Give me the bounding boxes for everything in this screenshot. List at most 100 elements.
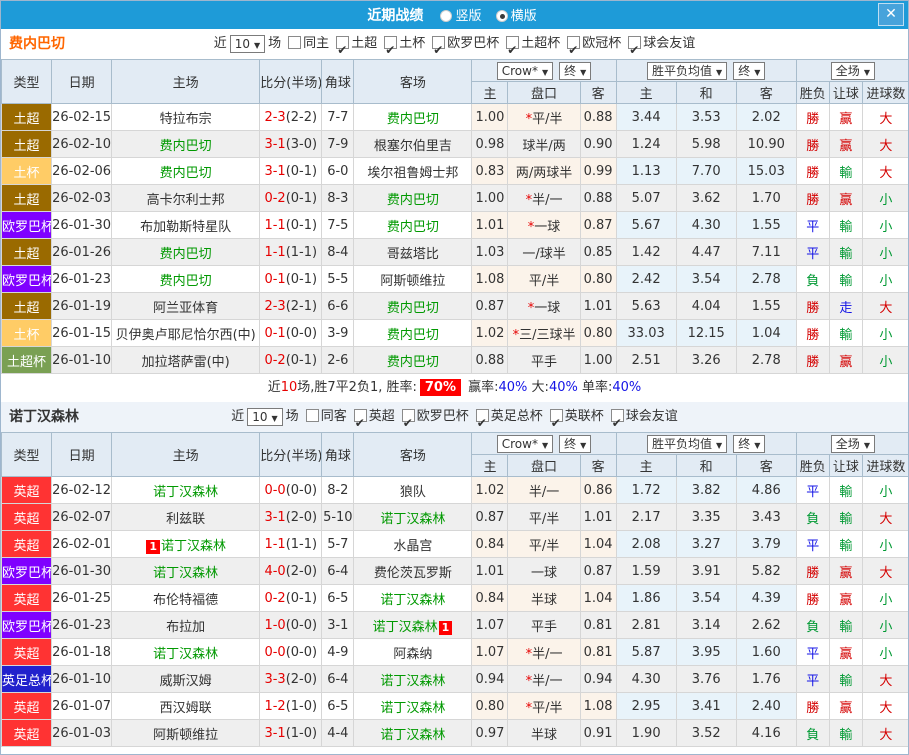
odds-away: 0.81: [579, 638, 617, 666]
league-checkbox[interactable]: [628, 35, 642, 65]
odds-away: 0.87: [579, 557, 617, 585]
avg-select[interactable]: 胜平负均值 ▼: [647, 434, 728, 453]
summary-part: 单率:: [577, 380, 613, 395]
layout-radio-horizontal[interactable]: 横版: [495, 9, 537, 24]
result-wdl: 勝: [795, 292, 830, 320]
avg-home: 1.90: [615, 719, 677, 747]
fulltime-select[interactable]: 全场 ▼: [830, 434, 875, 453]
avg-home: 2.17: [615, 503, 677, 531]
final-select[interactable]: 终 ▼: [559, 434, 592, 453]
avg-draw: 12.15: [675, 319, 737, 347]
final-select[interactable]: 终 ▼: [733, 61, 766, 80]
match-type: 英超: [1, 503, 53, 531]
team-cell-name: 埃尔祖鲁姆士邦: [367, 165, 459, 181]
away-team: 诺丁汉森林: [353, 584, 473, 612]
match-count-select[interactable]: 10 ▼: [229, 34, 266, 53]
result-wdl: 平: [795, 476, 830, 504]
league-checkbox[interactable]: [506, 35, 520, 65]
avg-away: 7.11: [735, 238, 797, 266]
avg-draw: 3.26: [675, 346, 737, 374]
team-cell-name: 哥兹塔比: [386, 246, 439, 262]
match-count-select[interactable]: 10 ▼: [247, 407, 283, 426]
match-date: 26-02-06: [51, 157, 113, 185]
match-date: 26-01-25: [51, 584, 113, 612]
same-venue-label: 同客: [320, 409, 347, 424]
fulltime-select[interactable]: 全场 ▼: [830, 61, 875, 80]
avg-home: 3.44: [615, 103, 677, 131]
result-let-ball: 赢: [828, 103, 863, 131]
bookmaker-select[interactable]: Crow* ▼: [496, 61, 554, 80]
handicap: *半/一: [507, 638, 581, 666]
league-checkbox[interactable]: [475, 408, 489, 438]
fulltime-score: 2-3: [264, 109, 286, 125]
near-label: 近: [213, 36, 227, 51]
home-team: 高卡尔利士邦: [111, 184, 261, 212]
close-icon[interactable]: ✕: [878, 3, 904, 26]
col-odds-away: 客: [579, 81, 617, 104]
fulltime-score: 0-1: [264, 325, 286, 341]
radio-selected-icon[interactable]: [495, 10, 508, 22]
avg-away: 4.16: [735, 719, 797, 747]
league-checkbox[interactable]: [549, 408, 563, 438]
corner-count: 7-5: [321, 211, 355, 239]
halftime-score: (2-1): [285, 298, 318, 314]
match-type: 土超: [1, 238, 53, 266]
league-label: 球会友谊: [643, 36, 696, 51]
halftime-score: (0-1): [285, 352, 318, 368]
section-head: 诺丁汉森林 近10▼场同客英超欧罗巴杯英足总杯英联杯球会友谊: [1, 402, 908, 438]
league-checkbox[interactable]: [401, 408, 415, 438]
league-checkbox[interactable]: [384, 35, 398, 65]
home-team: 贝伊奥卢耶尼恰尔西(中): [111, 319, 261, 347]
bookmaker-select[interactable]: Crow* ▼: [496, 434, 554, 453]
final-select[interactable]: 终 ▼: [733, 434, 766, 453]
team-cell-name: 费内巴切: [159, 246, 212, 262]
away-team: 费内巴切: [353, 184, 473, 212]
home-team: 布伦特福德: [111, 584, 261, 612]
col-odds-home: 主: [471, 454, 509, 477]
col-type: 类型: [1, 432, 53, 477]
result-wdl: 負: [795, 265, 830, 293]
odds-home: 0.97: [471, 719, 509, 747]
summary-part: 场,胜7平2负1, 胜率:: [297, 380, 417, 395]
avg-select[interactable]: 胜平负均值 ▼: [647, 61, 728, 80]
chevron-down-icon: ▼: [271, 413, 278, 423]
league-checkbox[interactable]: [432, 35, 446, 65]
score: 1-0(0-0): [259, 611, 323, 639]
corner-count: 6-5: [321, 584, 355, 612]
handicap: 平/半: [507, 530, 581, 558]
result-goals: 大: [861, 719, 908, 747]
result-goals: 小: [861, 530, 908, 558]
score: 0-2(0-1): [259, 346, 323, 374]
league-checkbox[interactable]: [610, 408, 624, 438]
odds-home: 0.98: [471, 130, 509, 158]
league-checkbox[interactable]: [353, 408, 367, 438]
avg-home: 1.72: [615, 476, 677, 504]
handicap-value: 平/半: [528, 273, 560, 289]
same-venue-checkbox[interactable]: [305, 409, 319, 422]
odds-home: 1.02: [471, 476, 509, 504]
away-team: 水晶宫: [353, 530, 473, 558]
team-cell-name: 根塞尔伯里吉: [373, 138, 452, 154]
same-venue-label: 同主: [303, 36, 330, 51]
away-team: 费内巴切: [353, 211, 473, 239]
team-cell-name: 费内巴切: [386, 111, 439, 127]
same-venue-checkbox[interactable]: [288, 36, 302, 49]
away-team: 费内巴切: [353, 319, 473, 347]
layout-radio-vertical[interactable]: 竖版: [440, 9, 482, 24]
fulltime-score: 1-0: [264, 617, 286, 633]
league-checkbox[interactable]: [567, 35, 581, 65]
avg-home: 5.67: [615, 211, 677, 239]
league-checkbox[interactable]: [336, 35, 350, 65]
handicap: 一球: [507, 557, 581, 585]
team-cell-name: 费内巴切: [386, 300, 439, 316]
radio-unselected-icon[interactable]: [440, 10, 453, 22]
avg-draw: 5.98: [675, 130, 737, 158]
away-team: 诺丁汉森林: [353, 503, 473, 531]
halftime-score: (0-1): [285, 163, 318, 179]
odds-away: 0.80: [579, 319, 617, 347]
odds-away: 0.88: [579, 184, 617, 212]
match-date: 26-01-10: [51, 665, 113, 693]
col-date: 日期: [51, 59, 113, 104]
team-cell-name: 诺丁汉森林: [153, 484, 219, 500]
away-team: 诺丁汉森林: [353, 665, 473, 693]
